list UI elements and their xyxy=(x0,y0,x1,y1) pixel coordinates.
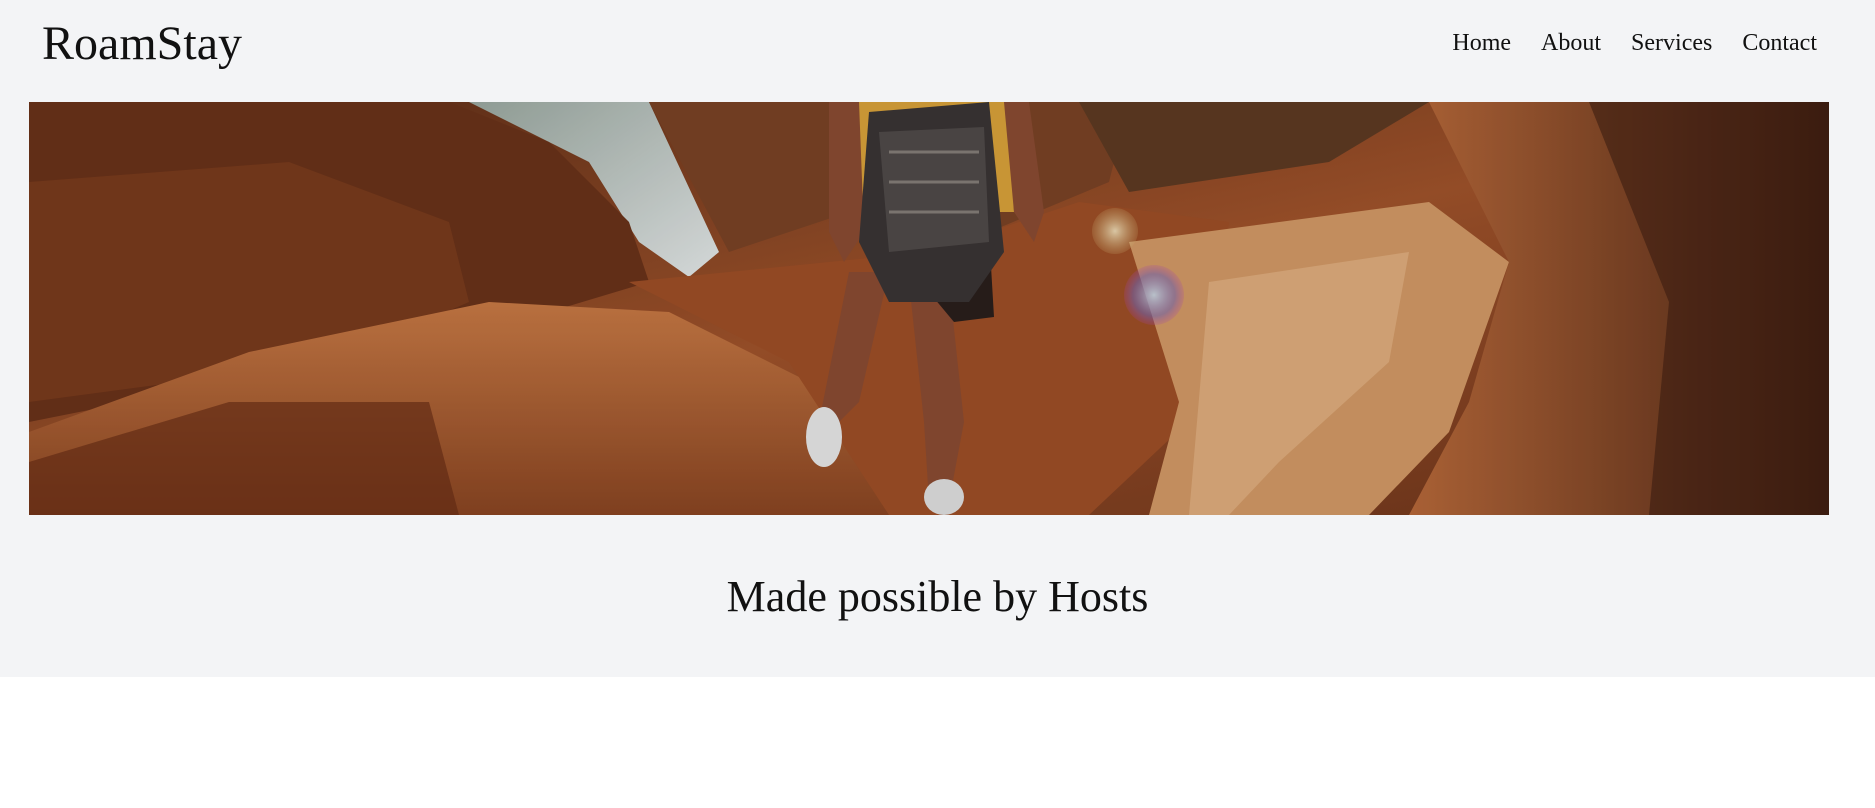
header-section: RoamStay Home About Services Contact Mad… xyxy=(0,0,1875,677)
main-nav: Home About Services Contact xyxy=(1422,27,1817,59)
hero-image xyxy=(29,102,1829,515)
nav-link-home[interactable]: Home xyxy=(1452,27,1511,59)
site-logo[interactable]: RoamStay xyxy=(42,14,242,74)
tagline-heading: Made possible by Hosts xyxy=(726,572,1149,621)
nav-link-contact[interactable]: Contact xyxy=(1742,27,1817,59)
nav-link-about[interactable]: About xyxy=(1541,27,1601,59)
canyon-hiker-photo xyxy=(29,102,1829,515)
nav-link-services[interactable]: Services xyxy=(1631,27,1712,59)
